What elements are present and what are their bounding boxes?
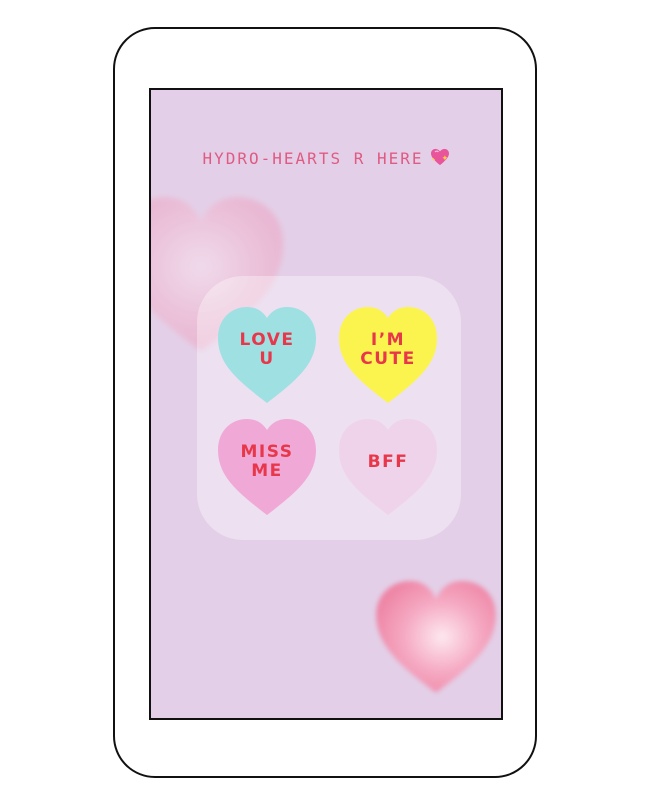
sparkling-heart-icon bbox=[430, 148, 449, 166]
heart-tile-miss-me[interactable]: MISS ME bbox=[213, 412, 321, 520]
headline: HYDRO-HEARTS R HERE bbox=[151, 148, 501, 168]
blurred-heart-decoration-bottom bbox=[376, 580, 496, 693]
heart-tile-im-cute[interactable]: I’M CUTE bbox=[334, 300, 442, 408]
heart-tile-bff[interactable]: BFF bbox=[334, 412, 442, 520]
headline-text: HYDRO-HEARTS R HERE bbox=[202, 149, 424, 168]
hearts-panel: LOVE U I’M CUTE MISS ME BFF bbox=[197, 276, 461, 540]
heart-label: LOVE U bbox=[239, 330, 295, 369]
heart-label: BFF bbox=[367, 451, 409, 472]
heart-tile-love-u[interactable]: LOVE U bbox=[213, 300, 321, 408]
phone-screen: HYDRO-HEARTS R HERE LOVE U I’M CUTE MISS… bbox=[149, 88, 503, 720]
heart-label: I’M CUTE bbox=[360, 330, 416, 369]
heart-label: MISS ME bbox=[240, 442, 294, 481]
